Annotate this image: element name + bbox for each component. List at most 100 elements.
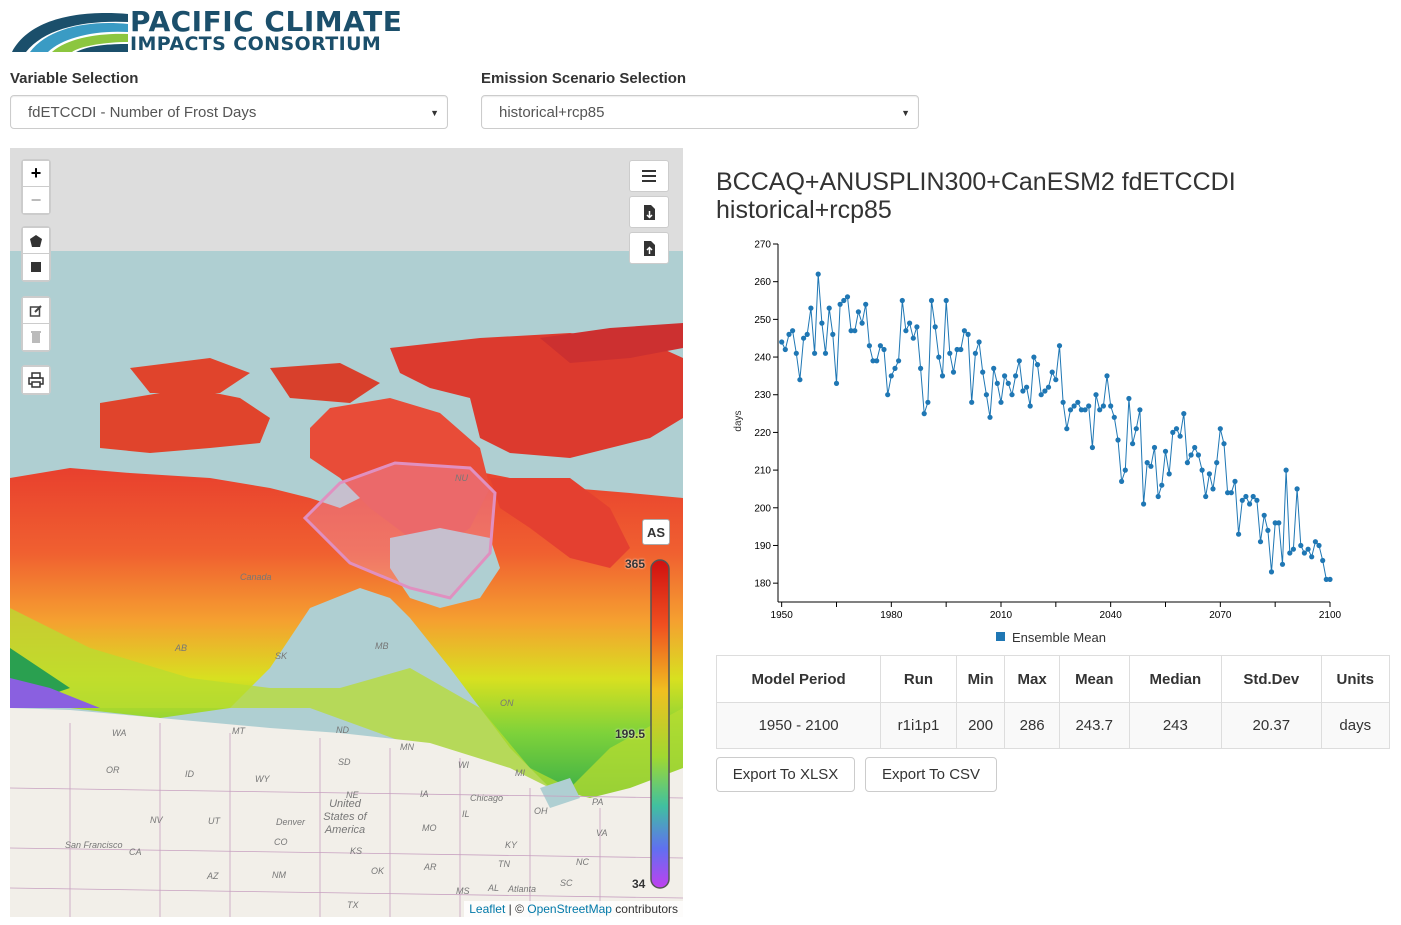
print-map-button[interactable] [23,367,49,393]
data-point[interactable] [885,392,891,398]
data-point[interactable] [950,369,957,375]
data-point[interactable] [910,335,916,341]
data-point[interactable] [1254,497,1260,503]
data-point[interactable] [1320,557,1326,564]
data-point[interactable] [1268,569,1275,575]
draw-rectangle-button[interactable] [23,254,49,280]
data-point[interactable] [1166,471,1172,477]
autoscale-button[interactable]: AS [642,519,670,545]
data-point[interactable] [1327,576,1333,582]
data-point[interactable] [1060,399,1066,405]
data-point[interactable] [1298,542,1304,549]
data-point[interactable] [1119,478,1125,484]
data-point[interactable] [1038,392,1044,398]
data-point[interactable] [808,305,814,311]
data-point[interactable] [947,350,953,356]
data-point[interactable] [1214,460,1220,466]
data-point[interactable] [1115,437,1121,443]
data-point[interactable] [863,301,869,307]
data-point[interactable] [819,320,825,326]
scenario-select[interactable]: historical+rcp85 ▼ [481,95,919,129]
data-point[interactable] [1243,493,1249,500]
delete-layers-button[interactable] [23,324,49,350]
draw-polygon-button[interactable] [23,228,49,254]
data-point[interactable] [1100,403,1106,409]
data-point[interactable] [1221,441,1227,447]
data-point[interactable] [1141,501,1147,507]
data-point[interactable] [987,414,993,420]
data-point[interactable] [1250,493,1256,500]
data-point[interactable] [958,346,964,353]
data-point[interactable] [1228,490,1234,496]
data-point[interactable] [1294,486,1300,492]
data-point[interactable] [804,331,810,337]
data-point[interactable] [928,297,935,304]
data-point[interactable] [1309,554,1315,560]
data-point[interactable] [1137,407,1143,413]
map[interactable]: Canada AB SK MB ON NU WA MT ND MN WI MI … [10,148,683,917]
data-point[interactable] [1301,550,1307,556]
data-point[interactable] [914,324,920,330]
data-point[interactable] [972,350,978,356]
data-point[interactable] [826,305,832,311]
data-point[interactable] [1009,392,1015,398]
data-point[interactable] [1199,467,1205,473]
data-point[interactable] [983,392,989,398]
data-point[interactable] [1217,426,1223,432]
data-point[interactable] [1210,486,1216,492]
data-point[interactable] [939,373,946,379]
data-point[interactable] [1097,407,1103,413]
data-point[interactable] [1002,373,1008,379]
data-point[interactable] [801,335,807,341]
data-point[interactable] [1184,460,1190,466]
data-point[interactable] [1133,426,1139,432]
upload-file-button[interactable] [629,232,669,264]
data-point[interactable] [943,297,949,304]
data-point[interactable] [961,328,967,334]
data-point[interactable] [1020,388,1026,394]
data-point[interactable] [1089,444,1095,451]
data-point[interactable] [793,350,799,356]
data-point[interactable] [1177,433,1183,439]
data-point[interactable] [899,297,905,304]
data-point[interactable] [881,346,887,353]
data-point[interactable] [830,331,836,337]
data-point[interactable] [852,328,858,334]
data-point[interactable] [1239,497,1245,503]
data-point[interactable] [1261,512,1267,518]
data-point[interactable] [969,399,975,405]
data-point[interactable] [1162,448,1169,454]
data-point[interactable] [1045,384,1052,390]
data-point[interactable] [822,350,829,356]
data-point[interactable] [782,346,788,353]
data-point[interactable] [1206,471,1212,477]
data-point[interactable] [1305,546,1311,552]
data-point[interactable] [1257,539,1264,545]
data-point[interactable] [1067,407,1074,413]
data-point[interactable] [1042,388,1048,394]
data-point[interactable] [1290,546,1296,552]
data-point[interactable] [932,324,938,330]
data-point[interactable] [841,297,847,304]
data-point[interactable] [907,320,913,326]
data-point[interactable] [837,301,843,307]
data-point[interactable] [1316,542,1322,549]
data-point[interactable] [1024,384,1030,390]
data-point[interactable] [1155,493,1161,500]
data-point[interactable] [866,343,872,349]
data-point[interactable] [855,309,861,315]
data-point[interactable] [1144,460,1150,466]
data-point[interactable] [844,294,851,300]
download-file-button[interactable] [629,196,669,228]
data-point[interactable] [833,380,840,386]
data-point[interactable] [1093,392,1099,398]
data-point[interactable] [976,339,982,345]
data-point[interactable] [1195,452,1201,458]
data-point[interactable] [998,399,1004,405]
data-point[interactable] [980,369,986,375]
data-point[interactable] [1053,377,1059,383]
data-point[interactable] [892,365,898,371]
data-point[interactable] [1122,467,1128,473]
legend-label[interactable]: Ensemble Mean [1012,630,1106,645]
data-point[interactable] [1181,411,1187,417]
